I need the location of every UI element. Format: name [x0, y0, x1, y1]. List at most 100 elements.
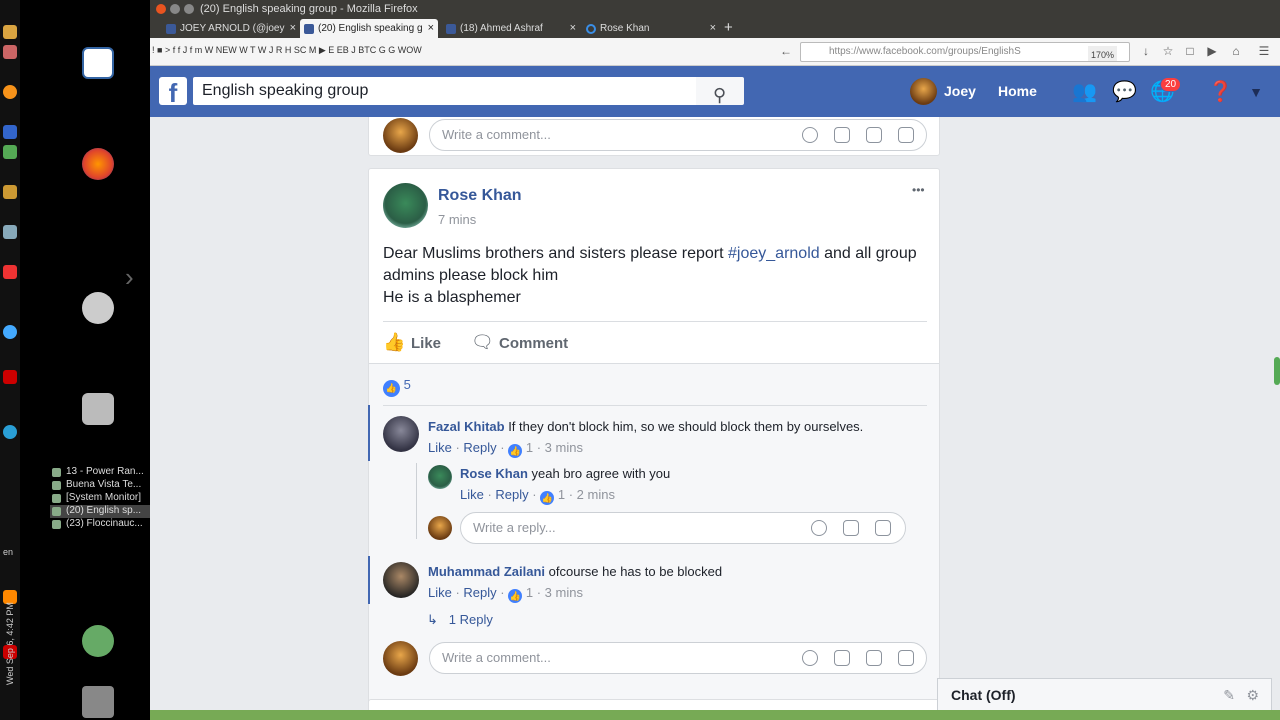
comment-reply-link[interactable]: Reply — [463, 585, 496, 600]
close-icon[interactable]: × — [428, 19, 434, 38]
avatar[interactable] — [383, 416, 419, 452]
friend-requests-icon[interactable]: 👥 — [1072, 80, 1097, 104]
post-author[interactable]: Rose Khan — [438, 187, 522, 205]
chrome-icon[interactable] — [3, 325, 17, 339]
comment-reply-link[interactable]: Reply — [495, 487, 528, 502]
camera-icon[interactable] — [834, 650, 850, 666]
app-icon[interactable] — [3, 45, 17, 59]
tab-ahmed-ashraf[interactable]: (18) Ahmed Ashraf × — [442, 19, 580, 38]
app-icon[interactable] — [3, 145, 17, 159]
home-icon[interactable]: ⌂ — [1230, 45, 1242, 57]
emoji-icon[interactable] — [802, 650, 818, 666]
sticker-icon[interactable] — [898, 650, 914, 666]
avatar[interactable] — [383, 562, 419, 598]
comment-author[interactable]: Muhammad Zailani — [428, 564, 545, 579]
document-icon[interactable] — [82, 47, 114, 79]
clock[interactable]: Wed Sep 6, 4:42 PM — [0, 600, 20, 700]
comment-like-link[interactable]: Like — [428, 585, 452, 600]
task-window[interactable]: (23) Floccinauc... — [50, 518, 150, 531]
user-icon[interactable] — [82, 625, 114, 657]
maximize-window-icon[interactable] — [184, 4, 194, 14]
bookmarks-bar[interactable]: ! ■ > f f J f m W NEW W T W J R H SC M ▶… — [152, 45, 772, 56]
trash-icon[interactable] — [82, 686, 114, 718]
camera-icon[interactable] — [834, 127, 850, 143]
chevron-right-icon[interactable]: › — [125, 262, 134, 293]
app-icon[interactable] — [3, 125, 17, 139]
chat-bar[interactable]: Chat (Off) ✎ ⚙ — [937, 678, 1272, 710]
settings-icon[interactable] — [82, 292, 114, 324]
task-window[interactable]: [System Monitor] — [50, 492, 150, 505]
close-icon[interactable]: × — [710, 19, 716, 38]
tab-rose-khan[interactable]: Rose Khan × — [582, 19, 720, 38]
search-button[interactable]: ⚲ — [696, 77, 744, 105]
comment-like-link[interactable]: Like — [460, 487, 484, 502]
sticker-icon[interactable] — [898, 127, 914, 143]
comment-reply-link[interactable]: Reply — [463, 440, 496, 455]
comment-input[interactable]: Write a comment... — [429, 119, 927, 151]
library-icon[interactable]: □ — [1184, 45, 1196, 57]
new-message-icon[interactable]: ✎ — [1223, 679, 1235, 711]
hashtag-link[interactable]: #joey_arnold — [728, 245, 820, 262]
app-icon[interactable] — [3, 25, 17, 39]
camera-icon[interactable] — [843, 520, 859, 536]
gif-icon[interactable] — [866, 650, 882, 666]
chevron-down-icon[interactable]: ▼ — [1244, 80, 1268, 104]
menu-icon[interactable]: ☰ — [1258, 45, 1270, 57]
comment-like-count[interactable]: 1 — [526, 440, 533, 455]
youtube-icon[interactable]: ▶ — [1206, 45, 1218, 57]
url-bar[interactable]: https://www.facebook.com/groups/EnglishS… — [800, 42, 1130, 62]
comment-like-count[interactable]: 1 — [558, 487, 565, 502]
comment-like-count[interactable]: 1 — [526, 585, 533, 600]
tab-english-speaking[interactable]: (20) English speaking g × — [300, 19, 438, 38]
help-icon[interactable]: ❓ — [1208, 80, 1233, 104]
close-icon[interactable]: × — [290, 19, 296, 38]
comment-author[interactable]: Rose Khan — [460, 466, 528, 481]
comment-like-link[interactable]: Like — [428, 440, 452, 455]
facebook-logo[interactable]: f — [159, 77, 187, 108]
comment-time[interactable]: 3 mins — [545, 585, 583, 600]
post-time[interactable]: 7 mins — [438, 212, 476, 227]
close-icon[interactable]: × — [570, 19, 576, 38]
avatar[interactable] — [383, 183, 428, 228]
messenger-icon[interactable]: 💬 — [1112, 80, 1137, 104]
app-icon[interactable] — [3, 265, 17, 279]
download-icon[interactable]: ↓ — [1140, 45, 1152, 57]
avatar[interactable] — [428, 465, 452, 489]
horizontal-scrollbar[interactable] — [150, 710, 1280, 720]
telegram-icon[interactable] — [3, 425, 17, 439]
firefox-icon[interactable] — [82, 148, 114, 180]
task-window[interactable]: (20) English sp... — [50, 505, 150, 518]
new-tab-button[interactable]: + — [724, 18, 733, 38]
scrollbar-thumb[interactable] — [1274, 357, 1280, 385]
bitcoin-icon[interactable] — [3, 85, 17, 99]
home-link[interactable]: Home — [998, 83, 1037, 99]
tab-joey-arnold[interactable]: JOEY ARNOLD (@joey × — [162, 19, 300, 38]
language-indicator[interactable]: en — [3, 547, 13, 557]
bookmark-star-icon[interactable]: ☆ — [1162, 45, 1174, 57]
comment-author[interactable]: Fazal Khitab — [428, 419, 505, 434]
reply-input[interactable]: Write a reply... — [460, 512, 906, 544]
gear-icon[interactable]: ⚙ — [1246, 679, 1259, 711]
comment-time[interactable]: 3 mins — [545, 440, 583, 455]
search-input[interactable]: English speaking group ⚲ — [193, 77, 744, 105]
vertical-scrollbar[interactable] — [1272, 117, 1280, 710]
back-icon[interactable]: ← — [780, 45, 792, 57]
comment-time[interactable]: 2 mins — [577, 487, 615, 502]
emoji-icon[interactable] — [811, 520, 827, 536]
comment-input[interactable]: Write a comment... — [429, 642, 927, 674]
more-options-icon[interactable]: ••• — [912, 183, 925, 197]
folder-icon[interactable] — [3, 185, 17, 199]
task-window[interactable]: 13 - Power Ran... — [50, 466, 150, 479]
task-window[interactable]: Buena Vista Te... — [50, 479, 150, 492]
gif-icon[interactable] — [866, 127, 882, 143]
reactions-summary[interactable]: 👍 5 — [383, 377, 411, 397]
filezilla-icon[interactable] — [3, 370, 17, 384]
file-manager-icon[interactable] — [82, 393, 114, 425]
close-window-icon[interactable] — [156, 4, 166, 14]
app-icon[interactable] — [3, 225, 17, 239]
view-replies-link[interactable]: ↳ 1 Reply — [427, 612, 493, 628]
zoom-indicator[interactable]: 170% — [1087, 46, 1117, 61]
minimize-window-icon[interactable] — [170, 4, 180, 14]
emoji-icon[interactable] — [802, 127, 818, 143]
gif-icon[interactable] — [875, 520, 891, 536]
